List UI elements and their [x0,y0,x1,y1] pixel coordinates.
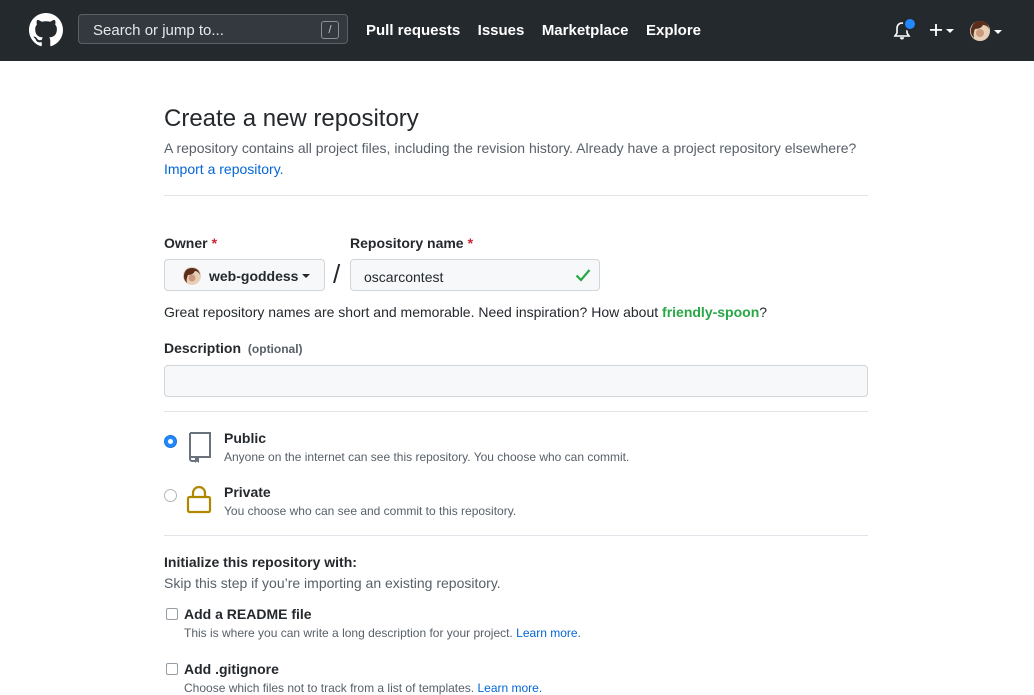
name-suggestion-link[interactable]: friendly-spoon [662,304,759,320]
readme-checkbox[interactable] [166,608,178,620]
divider [164,535,868,536]
gitignore-learn-more-link[interactable]: Learn more. [477,681,542,695]
hint-end: ? [759,304,768,320]
optional-tag: (optional) [247,342,303,356]
search-box[interactable]: / [78,14,348,44]
repo-icon [189,432,211,463]
required-mark: * [211,235,218,251]
chevron-down-icon [302,274,310,278]
divider [164,195,868,196]
owner-select[interactable]: web-goddess [164,259,325,291]
description-label-text: Description [164,340,242,356]
public-description: Anyone on the internet can see this repo… [224,450,630,464]
gitignore-description: Choose which files not to track from a l… [184,681,542,695]
repo-name-label-text: Repository name [350,235,464,251]
user-avatar-menu[interactable] [970,20,1004,42]
required-mark: * [467,235,474,251]
gitignore-checkbox[interactable] [166,663,178,675]
nav-issues[interactable]: Issues [478,22,525,39]
repo-name-hint: Great repository names are short and mem… [164,304,767,320]
nav-pull-requests[interactable]: Pull requests [366,22,460,39]
gitignore-desc-text: Choose which files not to track from a l… [184,681,475,695]
public-radio[interactable] [164,435,177,448]
owner-label-text: Owner [164,235,208,251]
notification-indicator [903,17,917,31]
subtitle-text: A repository contains all project files,… [164,140,857,156]
init-section-subtitle: Skip this step if you’re importing an ex… [164,575,501,591]
readme-learn-more-link[interactable]: Learn more. [516,626,581,640]
private-radio[interactable] [164,489,177,502]
gitignore-title: Add .gitignore [184,661,279,677]
nav-marketplace[interactable]: Marketplace [542,22,629,39]
owner-avatar [183,267,201,285]
repo-name-field[interactable] [350,259,600,291]
global-header: / Pull requests Issues Marketplace Explo… [0,0,1034,61]
check-icon [575,269,591,282]
readme-description: This is where you can write a long descr… [184,626,581,640]
public-title: Public [224,430,267,446]
readme-desc-text: This is where you can write a long descr… [184,626,513,640]
lock-icon [186,485,212,514]
github-logo-icon[interactable] [29,13,63,47]
page-subtitle: A repository contains all project files,… [164,138,864,180]
init-section-title: Initialize this repository with: [164,554,357,570]
page-title: Create a new repository [164,105,419,132]
search-shortcut-hint: / [321,21,339,39]
header-nav: Pull requests Issues Marketplace Explore [366,22,714,40]
repo-name-label: Repository name * [350,235,473,251]
description-label: Description (optional) [164,340,303,356]
chevron-down-icon [946,29,954,33]
private-description: You choose who can see and commit to thi… [224,504,517,518]
owner-label: Owner * [164,235,217,251]
divider [164,411,868,412]
import-repository-link[interactable]: Import a repository. [164,161,284,177]
search-input[interactable] [91,19,320,41]
nav-explore[interactable]: Explore [646,22,701,39]
readme-title: Add a README file [184,606,312,622]
plus-icon[interactable] [928,19,956,41]
repo-name-input[interactable] [362,267,566,287]
description-input[interactable] [164,365,868,397]
hint-text: Great repository names are short and mem… [164,304,659,320]
private-title: Private [224,484,271,500]
owner-repo-separator: / [333,259,341,289]
owner-name: web-goddess [209,268,299,284]
